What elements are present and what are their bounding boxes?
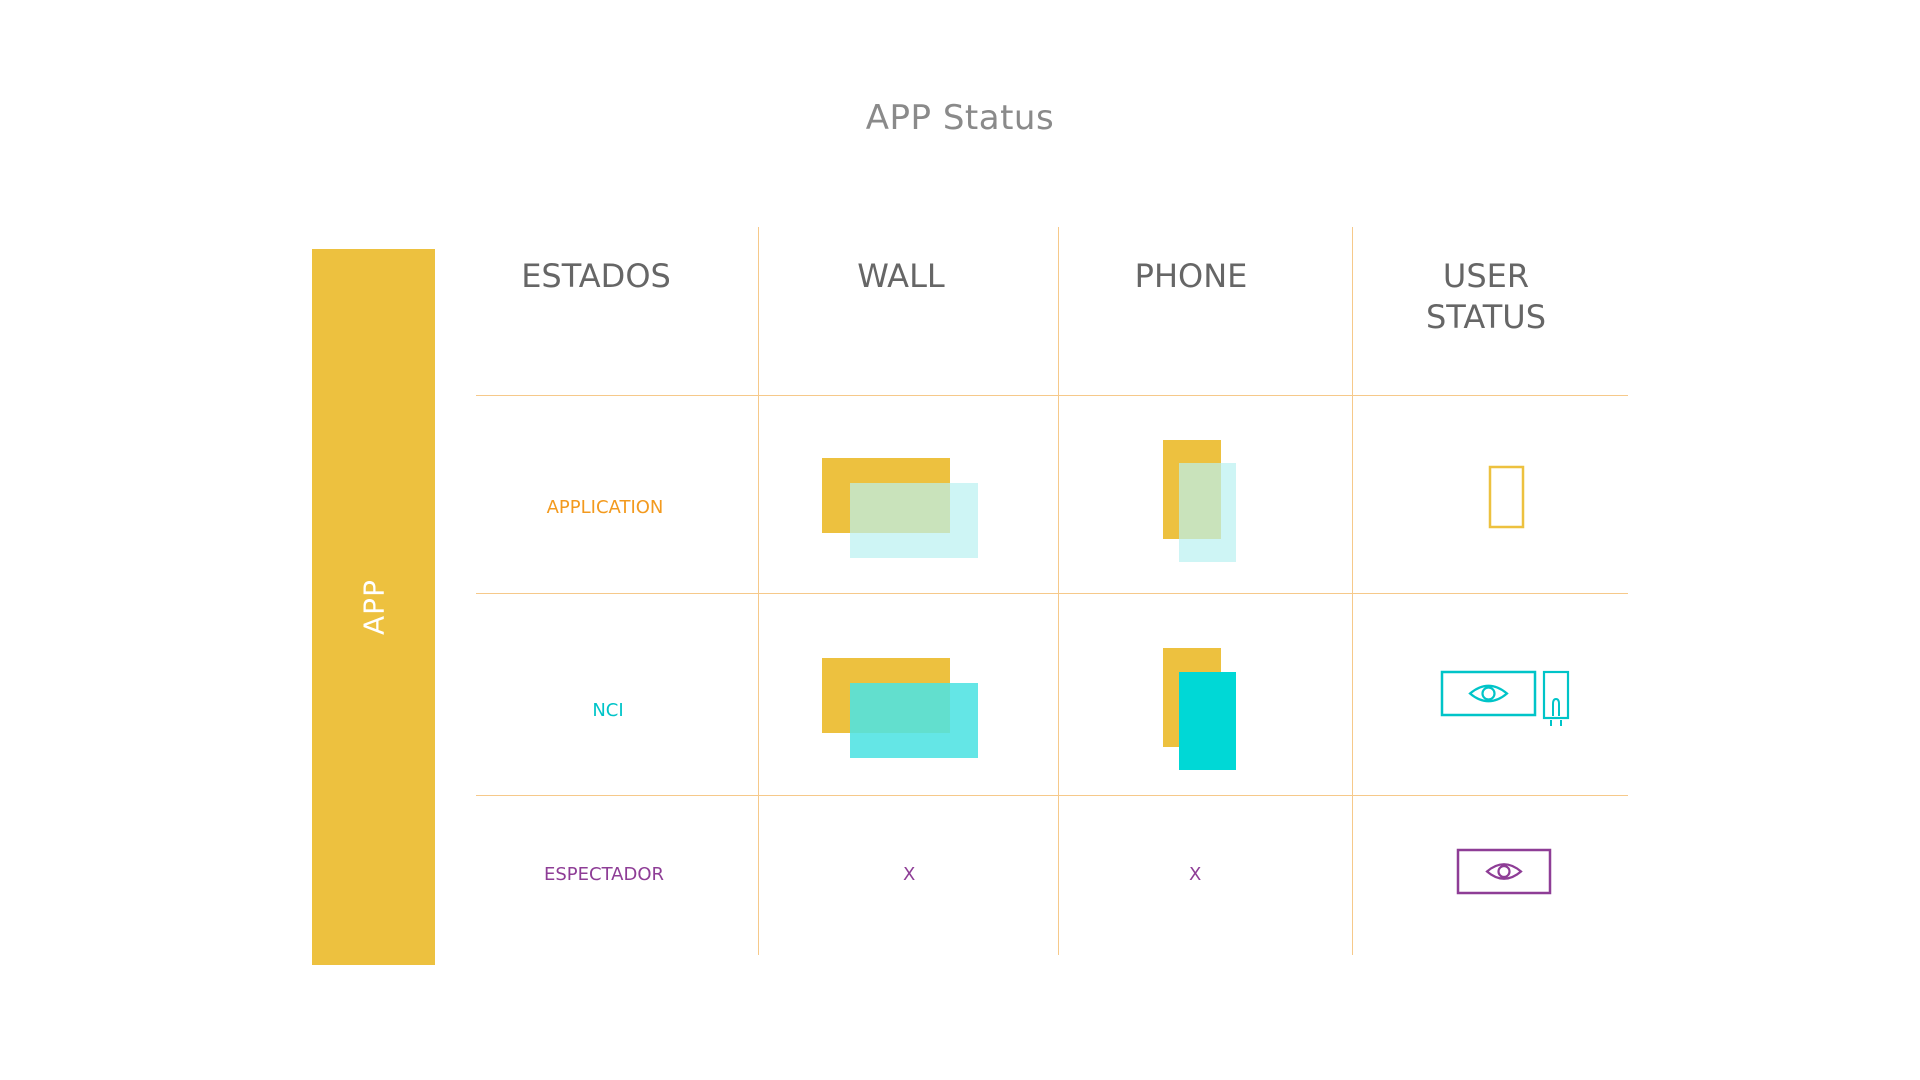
application-phone-diagram bbox=[1163, 440, 1236, 562]
grid-hline-1 bbox=[476, 395, 1628, 396]
column-header-wall: WALL bbox=[857, 257, 945, 295]
nci-phone-front-rect bbox=[1179, 672, 1236, 770]
application-wall-front-rect bbox=[850, 483, 978, 558]
app-side-bar: APP bbox=[312, 249, 435, 965]
eye-icon bbox=[1456, 848, 1552, 895]
row-label-nci: NCI bbox=[592, 700, 624, 721]
row-label-espectador: ESPECTADOR bbox=[543, 864, 665, 885]
nci-wall-diagram bbox=[822, 658, 978, 758]
app-side-label: APP bbox=[357, 579, 390, 635]
espectador-phone-value: X bbox=[1189, 864, 1202, 885]
grid-hline-2 bbox=[476, 593, 1628, 594]
column-header-estados: ESTADOS bbox=[521, 257, 671, 295]
application-wall-diagram bbox=[822, 458, 978, 558]
application-phone-front-rect bbox=[1179, 463, 1236, 562]
nci-wall-front-rect bbox=[850, 683, 978, 758]
diagram-title: APP Status bbox=[865, 98, 1055, 138]
espectador-wall-value: X bbox=[903, 864, 916, 885]
column-header-user-status: USER STATUS bbox=[1425, 257, 1547, 336]
grid-vline-3 bbox=[1352, 227, 1353, 955]
nci-phone-diagram bbox=[1163, 648, 1236, 770]
wall-eye-phone-touch-icon bbox=[1440, 670, 1570, 726]
grid-vline-1 bbox=[758, 227, 759, 955]
grid-vline-2 bbox=[1058, 227, 1059, 955]
phone-outline-icon bbox=[1488, 465, 1525, 529]
grid-hline-3 bbox=[476, 795, 1628, 796]
column-header-phone: PHONE bbox=[1134, 257, 1248, 295]
row-label-application: APPLICATION bbox=[546, 497, 664, 518]
